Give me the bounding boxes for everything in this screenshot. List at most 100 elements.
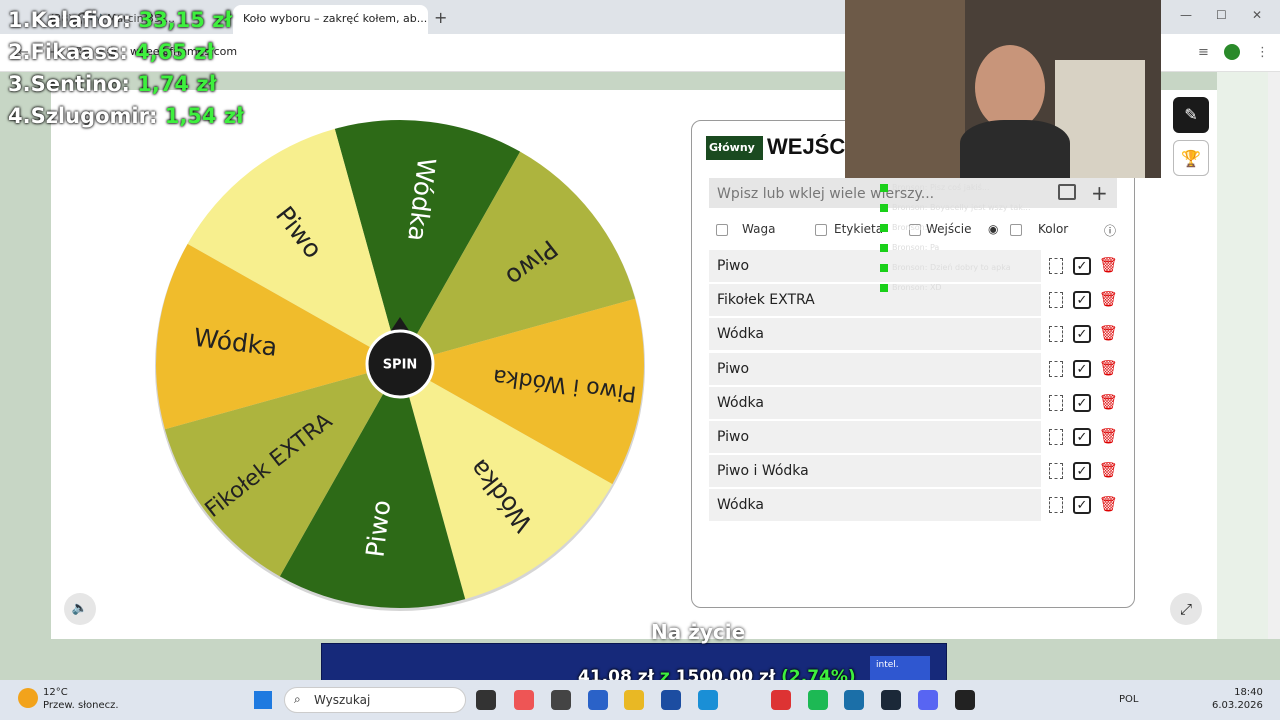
search-icon: ⌕ [294,692,301,706]
edit-icon[interactable]: ✎ [1173,97,1209,133]
folder-icon[interactable] [624,690,644,710]
delete-icon[interactable]: 🗑 [1099,427,1118,445]
entry-enabled-checkbox[interactable]: ✓ [1073,393,1091,412]
webcam-feed [845,0,1161,178]
profile-avatar[interactable] [1224,44,1240,60]
chat-badge-icon [880,223,888,232]
chat-message: Bronson: Dzień dobry to apka [880,263,1045,283]
taskview-icon[interactable] [476,690,496,710]
minimize-icon[interactable]: — [1180,8,1192,22]
delete-icon[interactable]: 🗑 [1099,359,1118,377]
image-icon[interactable] [1058,184,1076,200]
chess-icon[interactable] [551,690,571,710]
duplicate-icon[interactable] [1049,394,1063,411]
steam-icon[interactable] [881,690,901,710]
duplicate-icon[interactable] [1049,429,1063,445]
logo: Główny [706,136,763,160]
taskbar-search[interactable] [284,687,466,713]
duplicate-icon[interactable] [1049,292,1063,309]
ranking-item: 4.Szlugomir: 1,54 zł [8,104,244,128]
menu-icon[interactable]: ⋮ [1256,45,1269,60]
duplicate-icon[interactable] [1049,463,1063,480]
delete-icon[interactable]: 🗑 [1099,461,1118,479]
entry-row[interactable] [709,352,1041,385]
spin-wheel[interactable]: WódkaPiwoPiwo i WódkaWódkaPiwoFikołek EX… [148,112,652,616]
chat-badge-icon [880,283,888,292]
obs-icon[interactable] [955,690,975,710]
goal-label: Na życie [651,620,746,644]
entry-enabled-checkbox[interactable]: ✓ [1073,359,1091,378]
entry-label: Wódka [717,326,764,343]
spin-button-label: SPIN [383,358,418,373]
duplicate-icon[interactable] [1049,326,1063,343]
store-icon[interactable] [661,690,681,710]
photos-icon[interactable] [844,690,864,710]
taskbar-search-placeholder: Wyszukaj [314,693,371,707]
spotify-icon[interactable] [808,690,828,710]
extensions-icon[interactable]: ≡ [1198,45,1209,60]
widgets-icon[interactable] [514,690,534,710]
weather-widget[interactable]: 12°C Przew. słonecz. [43,686,119,712]
weight-label: Waga [742,222,776,236]
chat-badge-icon [880,183,888,192]
tab-title: Koło wyboru – zakręć kołem, ab... [243,12,428,25]
delete-icon[interactable]: 🗑 [1099,290,1118,308]
weather-desc: Przew. słonecz. [43,700,119,711]
weather-temp: 12°C [43,687,68,698]
new-tab-button[interactable]: + [434,8,447,27]
chat-badge-icon [880,203,888,212]
ranking-item: 3.Sentino: 1,74 zł [8,72,217,96]
fullscreen-icon[interactable]: ⤢ [1170,593,1202,625]
entry-enabled-checkbox[interactable]: ✓ [1073,257,1091,275]
entry-label: Piwo i Wódka [717,463,809,480]
chat-badge-icon [880,243,888,252]
chat-badge-icon [880,263,888,272]
delete-icon[interactable]: 🗑 [1099,393,1118,411]
clock-time: 18:40 [1234,687,1263,698]
delete-icon[interactable]: 🗑 [1099,324,1118,342]
delete-icon[interactable]: 🗑 [1099,256,1118,274]
chrome-icon[interactable] [771,690,791,710]
edge-icon[interactable] [698,690,718,710]
entry-enabled-checkbox[interactable]: ✓ [1073,496,1091,515]
intel-logo: intel. [870,656,930,680]
info-icon[interactable]: ⓘ [1104,222,1116,239]
chat-message: Bronson: Boyacelly jest wszy tak... [880,203,1045,223]
chat-message: Bronson: Pa [880,243,1045,263]
chat-message: Bronson: XD [880,283,1045,303]
duplicate-icon[interactable] [1049,497,1063,514]
clock-date: 6.03.2026 [1212,700,1263,711]
trophy-icon[interactable]: 🏆 [1173,140,1209,176]
volume-icon[interactable]: 🔈 [64,593,96,625]
entry-enabled-checkbox[interactable]: ✓ [1073,428,1091,446]
delete-icon[interactable]: 🗑 [1099,495,1118,513]
close-icon[interactable]: ✕ [1252,8,1262,22]
label-checkbox[interactable] [815,224,827,236]
tab-wheel[interactable]: Koło wyboru – zakręć kołem, ab... [233,5,428,34]
ranking-item: 2.Fikaass: 4,65 zł [8,40,215,64]
entry-row[interactable] [709,421,1041,453]
entry-enabled-checkbox[interactable]: ✓ [1073,462,1091,481]
entry-enabled-checkbox[interactable]: ✓ [1073,291,1091,310]
entry-enabled-checkbox[interactable]: ✓ [1073,325,1091,344]
entry-label: Piwo [717,258,750,274]
entry-label: Wódka [717,394,764,411]
entry-label: Piwo [717,429,750,445]
language-indicator[interactable]: POL [1119,694,1138,705]
ranking-item: 1.Kalafior: 33,15 zł [8,8,233,32]
discord-icon[interactable] [918,690,938,710]
weight-checkbox[interactable] [716,224,728,236]
duplicate-icon[interactable] [1049,258,1063,274]
entry-label: Wódka [717,497,764,514]
start-icon[interactable] [254,691,272,709]
add-entry-icon[interactable]: + [1091,181,1108,205]
chat-overlay: Bronson: Pisz coś jakiś... Bronson: Boyac… [880,183,1045,303]
weather-icon[interactable] [18,688,38,708]
duplicate-icon[interactable] [1049,360,1063,377]
chat-message: Bronson: Pisz coś jakiś... [880,183,1045,203]
scrollbar[interactable] [1268,72,1280,680]
maximize-icon[interactable]: ☐ [1216,8,1227,22]
clock[interactable]: 18:40 6.03.2026 [1212,686,1263,712]
code-icon[interactable] [588,690,608,710]
label-option: Etykieta [834,222,884,236]
